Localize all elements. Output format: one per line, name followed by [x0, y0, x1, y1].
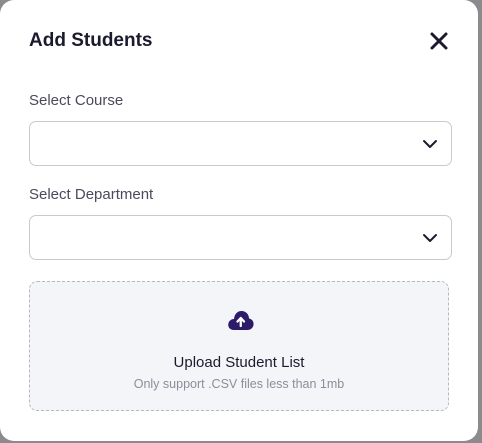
upload-hint: Only support .CSV files less than 1mb	[133, 377, 345, 391]
close-icon	[430, 32, 448, 50]
close-button[interactable]	[428, 30, 450, 52]
chevron-down-icon	[423, 140, 437, 148]
course-label: Select Course	[29, 92, 124, 109]
course-select[interactable]	[29, 121, 452, 166]
cloud-upload-icon	[228, 311, 254, 330]
add-students-modal: Add Students Select Course Select Depart…	[0, 0, 478, 441]
upload-title: Upload Student List	[173, 354, 305, 371]
upload-dropzone[interactable]: Upload Student List Only support .CSV fi…	[29, 281, 449, 411]
department-label: Select Department	[29, 186, 154, 203]
department-select[interactable]	[29, 215, 452, 260]
modal-title: Add Students	[29, 30, 153, 51]
chevron-down-icon	[423, 234, 437, 242]
